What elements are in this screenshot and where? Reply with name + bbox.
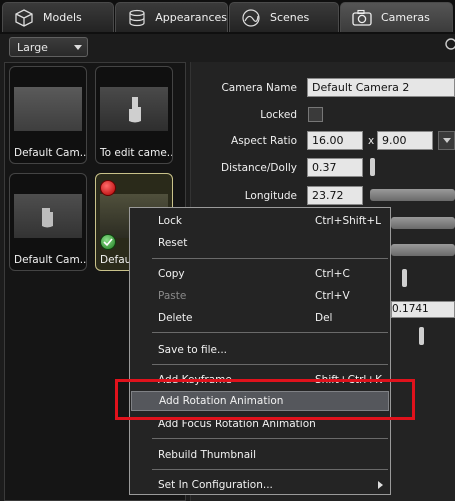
menu-item-shortcut: Ctrl+C — [315, 268, 350, 280]
locked-label: Locked — [260, 109, 297, 121]
distance-label: Distance/Dolly — [220, 162, 297, 174]
menu-item-lock[interactable]: Lock Ctrl+Shift+L — [130, 211, 390, 231]
status-green-check-icon — [100, 234, 116, 250]
menu-item-label: Paste — [158, 290, 187, 302]
camera-thumbnail[interactable]: Default Cam... — [9, 66, 87, 164]
menu-item-shortcut: Del — [315, 312, 333, 324]
highlight-annotation-box — [115, 379, 415, 420]
thumbnail-size-dropdown[interactable]: Large — [9, 37, 88, 57]
aspect-ratio-label: Aspect Ratio — [231, 135, 297, 147]
tab-cameras[interactable]: Cameras — [340, 2, 453, 32]
menu-item-label: Set In Configuration... — [158, 479, 273, 491]
menu-item-reset[interactable]: Reset — [130, 233, 390, 253]
aspect-width-field[interactable]: 16.00 — [307, 131, 363, 150]
menu-item-label: Lock — [158, 215, 182, 227]
chevron-down-icon — [443, 138, 451, 143]
menu-separator — [152, 258, 388, 259]
locked-checkbox[interactable] — [308, 107, 323, 122]
slider-thumb[interactable] — [419, 327, 424, 345]
aspect-preset-dropdown[interactable] — [438, 131, 455, 150]
aspect-height-field[interactable]: 9.00 — [377, 131, 433, 150]
menu-separator — [152, 364, 388, 365]
slider-thumb[interactable] — [402, 269, 407, 287]
submenu-arrow-icon — [378, 481, 383, 489]
menu-separator — [152, 469, 388, 470]
menu-item-copy[interactable]: Copy Ctrl+C — [130, 264, 390, 284]
slider-track[interactable] — [391, 217, 455, 229]
value-field[interactable]: 0.1741 — [391, 301, 455, 318]
camera-icon — [351, 7, 373, 29]
menu-item-label: Rebuild Thumbnail — [158, 449, 256, 461]
menu-item-label: Save to file... — [158, 344, 227, 356]
longitude-label: Longitude — [244, 190, 297, 202]
menu-item-save-to-file[interactable]: Save to file... — [130, 340, 390, 360]
thumbnail-caption: Default Cam... — [14, 147, 87, 159]
menu-separator — [152, 332, 388, 333]
dropdown-value: Large — [17, 41, 48, 54]
distance-field[interactable]: 0.37 — [307, 158, 363, 177]
distance-slider-thumb[interactable] — [370, 158, 375, 176]
aspect-separator: x — [368, 135, 375, 147]
menu-item-label: Copy — [158, 268, 185, 280]
thumbnail-image — [14, 87, 82, 131]
longitude-field[interactable]: 23.72 — [307, 186, 363, 205]
scene-icon — [240, 7, 262, 29]
menu-item-shortcut: Ctrl+V — [315, 290, 350, 302]
menu-item-delete[interactable]: Delete Del — [130, 308, 390, 328]
longitude-slider[interactable] — [370, 189, 455, 201]
camera-name-field[interactable]: Default Camera 2 — [307, 78, 455, 97]
thumbnail-image — [14, 194, 82, 238]
tab-label: Scenes — [270, 11, 310, 24]
camera-thumbnail[interactable]: Default Cam... — [9, 173, 87, 271]
tab-scenes[interactable]: Scenes — [229, 2, 339, 32]
tab-label: Appearances — [155, 11, 227, 24]
thumbnail-caption: Default Cam... — [14, 254, 87, 266]
search-icon[interactable] — [444, 38, 455, 55]
menu-item-label: Reset — [158, 237, 188, 249]
menu-item-shortcut: Ctrl+Shift+L — [315, 215, 381, 227]
menu-item-set-in-configuration[interactable]: Set In Configuration... — [130, 475, 390, 495]
menu-separator — [152, 438, 388, 439]
tab-models[interactable]: Models — [2, 2, 114, 32]
context-menu: Lock Ctrl+Shift+L Reset Copy Ctrl+C Past… — [129, 207, 391, 495]
camera-thumbnail[interactable]: To edit came... — [95, 66, 173, 164]
tab-appearances[interactable]: Appearances — [115, 2, 228, 32]
slider-track[interactable] — [391, 244, 455, 256]
thumbnail-caption: To edit came... — [100, 147, 173, 159]
tab-label: Models — [43, 11, 82, 24]
status-red-icon — [100, 180, 116, 196]
thumbnail-image — [100, 87, 168, 131]
menu-item-label: Delete — [158, 312, 193, 324]
chevron-down-icon — [74, 45, 82, 50]
tab-label: Cameras — [381, 11, 430, 24]
camera-name-label: Camera Name — [221, 82, 297, 94]
cube-icon — [13, 7, 35, 29]
thumbnail-caption: Defau — [100, 254, 132, 266]
menu-item-rebuild-thumbnail[interactable]: Rebuild Thumbnail — [130, 445, 390, 465]
tab-bar: Models Appearances Scenes Cameras — [0, 0, 455, 34]
cylinder-icon — [126, 7, 147, 29]
menu-item-paste[interactable]: Paste Ctrl+V — [130, 286, 390, 306]
